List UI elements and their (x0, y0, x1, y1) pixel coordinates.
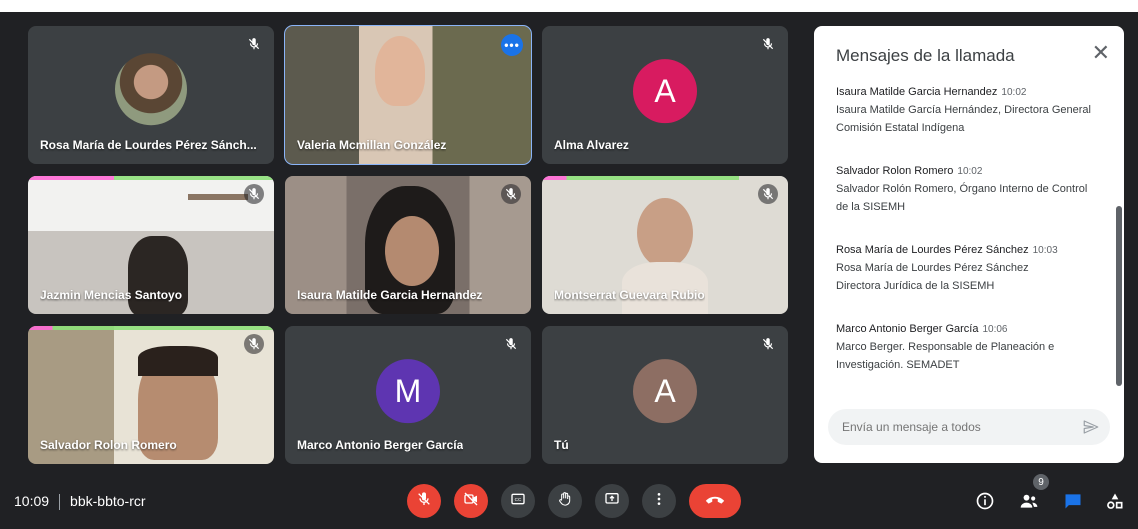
meeting-info: 10:09 bbk-bbto-rcr (14, 493, 146, 511)
mic-off-icon (758, 34, 778, 54)
message-text: Rosa María de Lourdes Pérez Sánchez Dire… (836, 262, 1029, 292)
raise-hand-icon (557, 491, 573, 512)
participant-tile[interactable]: Rosa María de Lourdes Pérez Sánch... (28, 26, 274, 164)
participant-tile[interactable]: Jazmin Mencias Santoyo (28, 176, 274, 314)
mic-off-icon (758, 334, 778, 354)
message-sender: Marco Antonio Berger García (836, 323, 979, 335)
more-options-icon[interactable]: ••• (501, 34, 523, 56)
chat-panel: Mensajes de la llamada ✕ Isaura Matilde … (814, 26, 1124, 463)
participant-name: Salvador Rolon Romero (40, 438, 177, 452)
chat-messages: Isaura Matilde Garcia Hernandez 10:02 Isa… (836, 84, 1106, 400)
participant-name: Isaura Matilde Garcia Hernandez (297, 288, 483, 302)
mic-off-icon (501, 184, 521, 204)
message-text: Marco Berger. Responsable de Planeación … (836, 341, 1055, 371)
meeting-code: bbk-bbto-rcr (70, 493, 146, 509)
participant-face (385, 216, 439, 286)
participant-face (375, 36, 425, 106)
ceiling-fan (188, 194, 248, 200)
avatar: A (633, 59, 697, 124)
chat-title: Mensajes de la llamada (836, 46, 1015, 65)
participant-count-badge: 9 (1033, 474, 1049, 490)
message-time: 10:03 (1032, 245, 1058, 256)
message-sender: Isaura Matilde Garcia Hernandez (836, 86, 998, 98)
meeting-time: 10:09 (14, 493, 50, 509)
mic-off-icon (758, 184, 778, 204)
message-sender: Salvador Rolon Romero (836, 165, 954, 177)
info-icon[interactable] (972, 488, 998, 514)
participant-tile[interactable]: Salvador Rolon Romero (28, 326, 274, 464)
present-button[interactable] (595, 484, 629, 518)
send-icon[interactable] (1082, 418, 1100, 441)
participant-name: Montserrat Guevara Rubio (554, 288, 705, 302)
captions-icon: CC (510, 491, 526, 512)
close-icon[interactable]: ✕ (1092, 42, 1110, 64)
participant-name: Jazmin Mencias Santoyo (40, 288, 183, 302)
audio-level-bar (542, 176, 788, 180)
avatar: M (376, 359, 440, 424)
camera-toggle-button[interactable] (454, 484, 488, 518)
participant-name: Marco Antonio Berger García (297, 438, 464, 452)
chat-message: Marco Antonio Berger García 10:06 Marco B… (836, 321, 1106, 374)
people-icon[interactable] (1016, 488, 1042, 514)
more-options-button[interactable] (642, 484, 676, 518)
participant-photo-avatar (115, 53, 187, 126)
hangup-icon (704, 492, 726, 510)
mic-off-icon (501, 334, 521, 354)
participant-tile[interactable]: M Marco Antonio Berger García (285, 326, 531, 464)
activities-icon[interactable] (1102, 488, 1128, 514)
message-time: 10:06 (982, 324, 1008, 335)
mic-off-icon (244, 34, 264, 54)
participant-tile[interactable]: Isaura Matilde Garcia Hernandez (285, 176, 531, 314)
chat-message: Salvador Rolon Romero 10:02 Salvador Roló… (836, 163, 1106, 216)
participant-name: Valeria Mcmillan González (297, 138, 447, 152)
message-time: 10:02 (1001, 87, 1027, 98)
participant-name: Tú (554, 438, 569, 452)
captions-button[interactable]: CC (501, 484, 535, 518)
mic-off-icon (416, 491, 432, 512)
participant-hair (138, 346, 218, 376)
message-time: 10:02 (957, 166, 983, 177)
audio-level-bar (28, 176, 274, 180)
more-options-icon (651, 491, 667, 512)
top-strip (0, 0, 1138, 12)
present-screen-icon (604, 491, 620, 512)
message-text: Salvador Rolón Romero, Órgano Interno de… (836, 183, 1088, 213)
hangup-button[interactable] (689, 484, 741, 518)
participant-tile[interactable]: Montserrat Guevara Rubio (542, 176, 788, 314)
chat-icon[interactable] (1060, 488, 1086, 514)
avatar: A (633, 359, 697, 424)
message-sender: Rosa María de Lourdes Pérez Sánchez (836, 244, 1029, 256)
chat-input[interactable] (828, 409, 1110, 445)
svg-text:CC: CC (515, 497, 522, 502)
raise-hand-button[interactable] (548, 484, 582, 518)
bottom-toolbar: 10:09 bbk-bbto-rcr CC (0, 474, 1138, 529)
mic-toggle-button[interactable] (407, 484, 441, 518)
participant-figure (128, 236, 188, 314)
mic-off-icon (244, 334, 264, 354)
camera-off-icon (463, 491, 479, 512)
audio-level-bar (28, 326, 274, 330)
chat-message: Isaura Matilde Garcia Hernandez 10:02 Isa… (836, 84, 1106, 137)
participant-tile[interactable]: ••• Valeria Mcmillan González (284, 25, 532, 165)
participant-name: Rosa María de Lourdes Pérez Sánch... (40, 138, 257, 152)
chat-message: Rosa María de Lourdes Pérez Sánchez 10:03… (836, 242, 1106, 295)
mic-off-icon (244, 184, 264, 204)
chat-scrollbar[interactable] (1116, 206, 1122, 386)
participant-tile[interactable]: A Alma Alvarez (542, 26, 788, 164)
divider (59, 494, 61, 511)
participant-face (637, 198, 693, 268)
participant-tile[interactable]: A Tú (542, 326, 788, 464)
message-text: Isaura Matilde García Hernández, Directo… (836, 104, 1091, 134)
video-grid: Rosa María de Lourdes Pérez Sánch... •••… (28, 25, 790, 464)
participant-name: Alma Alvarez (554, 138, 629, 152)
